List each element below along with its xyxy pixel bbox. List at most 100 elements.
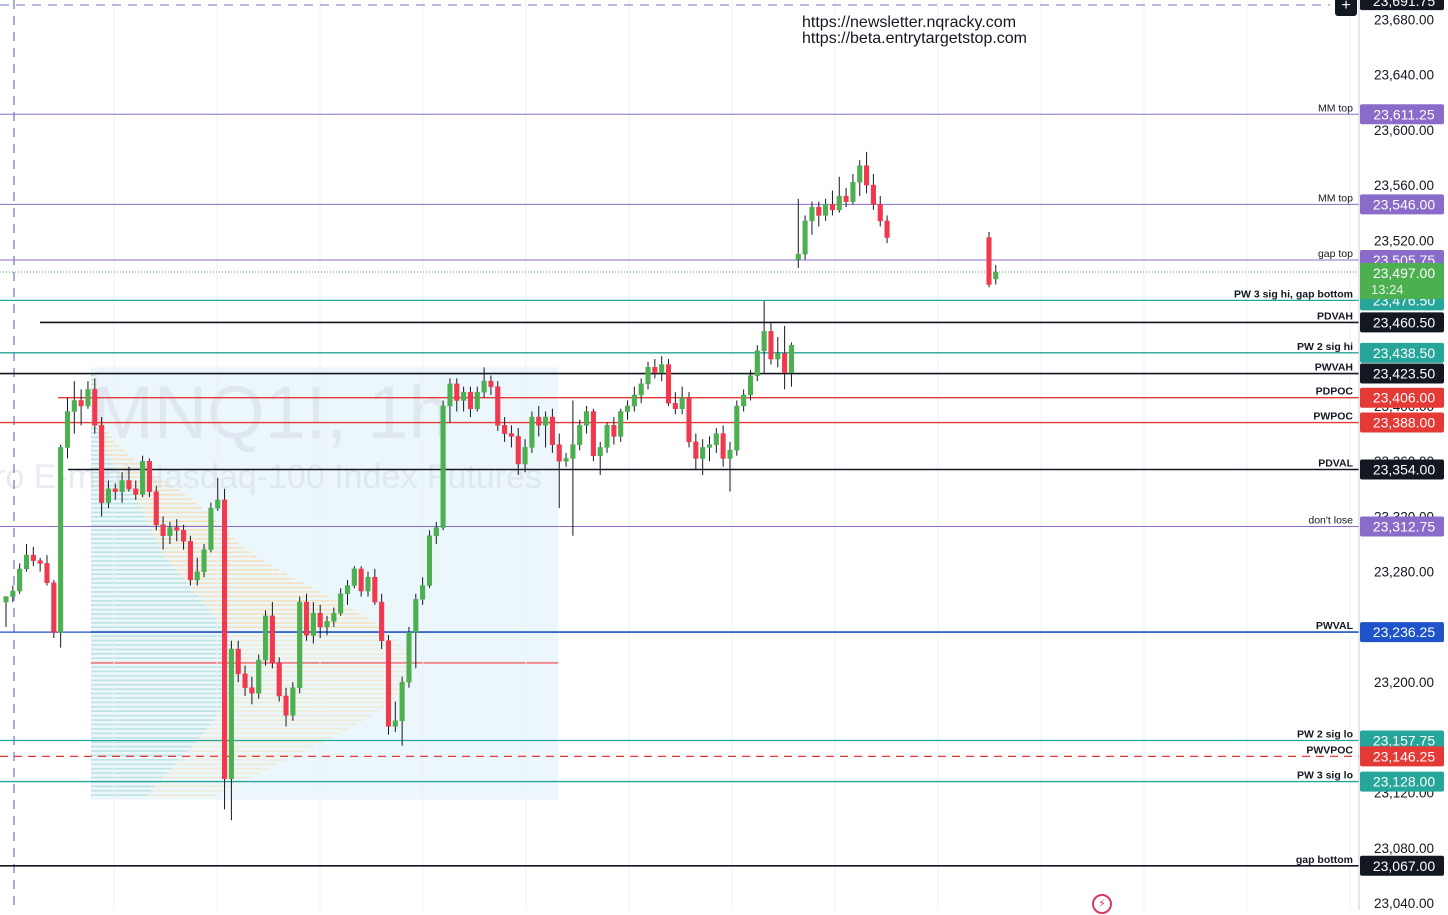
candle-body bbox=[563, 458, 569, 462]
candle-body bbox=[187, 541, 193, 581]
profile-bar bbox=[91, 652, 234, 655]
price-tick: 23,520.00 bbox=[1374, 233, 1434, 248]
candle-body bbox=[71, 400, 77, 412]
profile-bar bbox=[91, 670, 235, 673]
profile-bar bbox=[91, 666, 235, 668]
profile-bar bbox=[190, 586, 312, 589]
candle-body bbox=[850, 182, 856, 202]
profile-bar bbox=[191, 745, 315, 748]
candle-body bbox=[536, 416, 542, 426]
profile-bar bbox=[195, 741, 324, 743]
level-price-badge: 23,128.00 bbox=[1373, 774, 1435, 790]
candle-body bbox=[775, 353, 781, 360]
candle-body bbox=[331, 612, 337, 622]
profile-bar bbox=[91, 657, 235, 660]
candle-body bbox=[809, 206, 815, 222]
profile-bar bbox=[91, 732, 204, 735]
candle-body bbox=[420, 585, 426, 600]
newsletter-link[interactable]: https://newsletter.nqracky.com bbox=[802, 15, 1027, 31]
profile-bar bbox=[91, 750, 188, 752]
profile-bar bbox=[218, 622, 376, 624]
profile-bar bbox=[230, 644, 402, 646]
level-label: PW 3 sig hi, gap bottom bbox=[1234, 288, 1353, 300]
profile-bar bbox=[91, 622, 219, 624]
level-label: PWPOC bbox=[1313, 411, 1353, 423]
profile-bar bbox=[91, 516, 146, 518]
candle-body bbox=[508, 433, 514, 437]
candle-body bbox=[146, 460, 152, 492]
candle-body bbox=[392, 720, 398, 727]
candle-body bbox=[242, 673, 248, 688]
candle-body bbox=[44, 563, 50, 583]
candle-body bbox=[665, 364, 672, 404]
candle-body bbox=[467, 391, 473, 409]
profile-bar bbox=[170, 767, 269, 770]
candle-body bbox=[324, 621, 330, 628]
profile-bar bbox=[91, 599, 202, 602]
candle-body bbox=[870, 184, 876, 205]
profile-bar bbox=[91, 728, 208, 730]
profile-bar bbox=[91, 710, 221, 713]
candle-body bbox=[747, 375, 754, 396]
candle-body bbox=[310, 612, 316, 636]
lightning-icon[interactable]: ⚡ bbox=[1092, 894, 1112, 914]
profile-bar bbox=[225, 701, 390, 704]
level-label: PWVAL bbox=[1316, 620, 1354, 632]
top-price-badge: 23,691.75 bbox=[1373, 0, 1435, 9]
candle-body bbox=[372, 576, 378, 603]
candle-body bbox=[515, 436, 521, 465]
profile-bar bbox=[91, 595, 199, 598]
profile-bar bbox=[91, 542, 158, 545]
candle-body bbox=[454, 383, 460, 401]
profile-bar bbox=[91, 714, 218, 717]
candle-body bbox=[754, 350, 760, 376]
candle-body bbox=[543, 416, 549, 426]
candle-body bbox=[659, 364, 665, 374]
candle-body bbox=[727, 449, 733, 459]
profile-bar bbox=[91, 551, 163, 553]
entrytargetstop-link[interactable]: https://beta.entrytargetstop.com bbox=[802, 31, 1027, 47]
candle-body bbox=[549, 416, 555, 445]
profile-bar bbox=[91, 613, 213, 615]
candle-body bbox=[351, 568, 357, 586]
candle-body bbox=[256, 659, 262, 694]
candle-body bbox=[262, 615, 269, 661]
profile-bar bbox=[227, 697, 395, 699]
profile-bar bbox=[136, 498, 192, 500]
profile-bar bbox=[91, 644, 231, 646]
profile-bar bbox=[91, 723, 211, 726]
profile-bar bbox=[229, 692, 400, 695]
profile-bar bbox=[91, 573, 180, 576]
candle-body bbox=[802, 220, 808, 255]
profile-bar bbox=[226, 635, 393, 637]
level-price-badge: 23,236.25 bbox=[1373, 624, 1435, 640]
profile-bar bbox=[91, 538, 156, 540]
level-label: PWVAH bbox=[1315, 362, 1353, 374]
profile-bar bbox=[91, 582, 187, 584]
candle-body bbox=[399, 681, 405, 722]
level-price-badge: 23,388.00 bbox=[1373, 415, 1435, 431]
candle-body bbox=[201, 549, 207, 572]
price-chart[interactable]: MNQ1!, 1h ro E-mini Nasdaq-100 Index Fut… bbox=[0, 0, 1448, 911]
profile-bar bbox=[91, 555, 166, 558]
price-tick: 23,080.00 bbox=[1374, 841, 1434, 856]
candle-body bbox=[174, 527, 180, 531]
candle-body bbox=[843, 195, 849, 202]
profile-bar bbox=[234, 657, 410, 660]
plus-icon[interactable]: + bbox=[1335, 0, 1357, 16]
candle-body bbox=[249, 687, 255, 694]
candle-body bbox=[502, 425, 508, 434]
profile-bar bbox=[91, 683, 233, 686]
candle-body bbox=[522, 447, 528, 465]
profile-bar bbox=[91, 635, 227, 637]
price-tick: 23,560.00 bbox=[1374, 178, 1434, 193]
candle-body bbox=[23, 554, 30, 570]
candle-body bbox=[768, 331, 774, 360]
level-label: PWVPOC bbox=[1306, 744, 1353, 756]
candle-body bbox=[317, 612, 323, 628]
chart-area[interactable]: MNQ1!, 1h ro E-mini Nasdaq-100 Index Fut… bbox=[0, 0, 1448, 914]
level-price-badge: 23,157.75 bbox=[1373, 732, 1435, 748]
candle-body bbox=[488, 380, 494, 387]
profile-bar bbox=[234, 666, 411, 668]
profile-bar bbox=[91, 741, 196, 743]
